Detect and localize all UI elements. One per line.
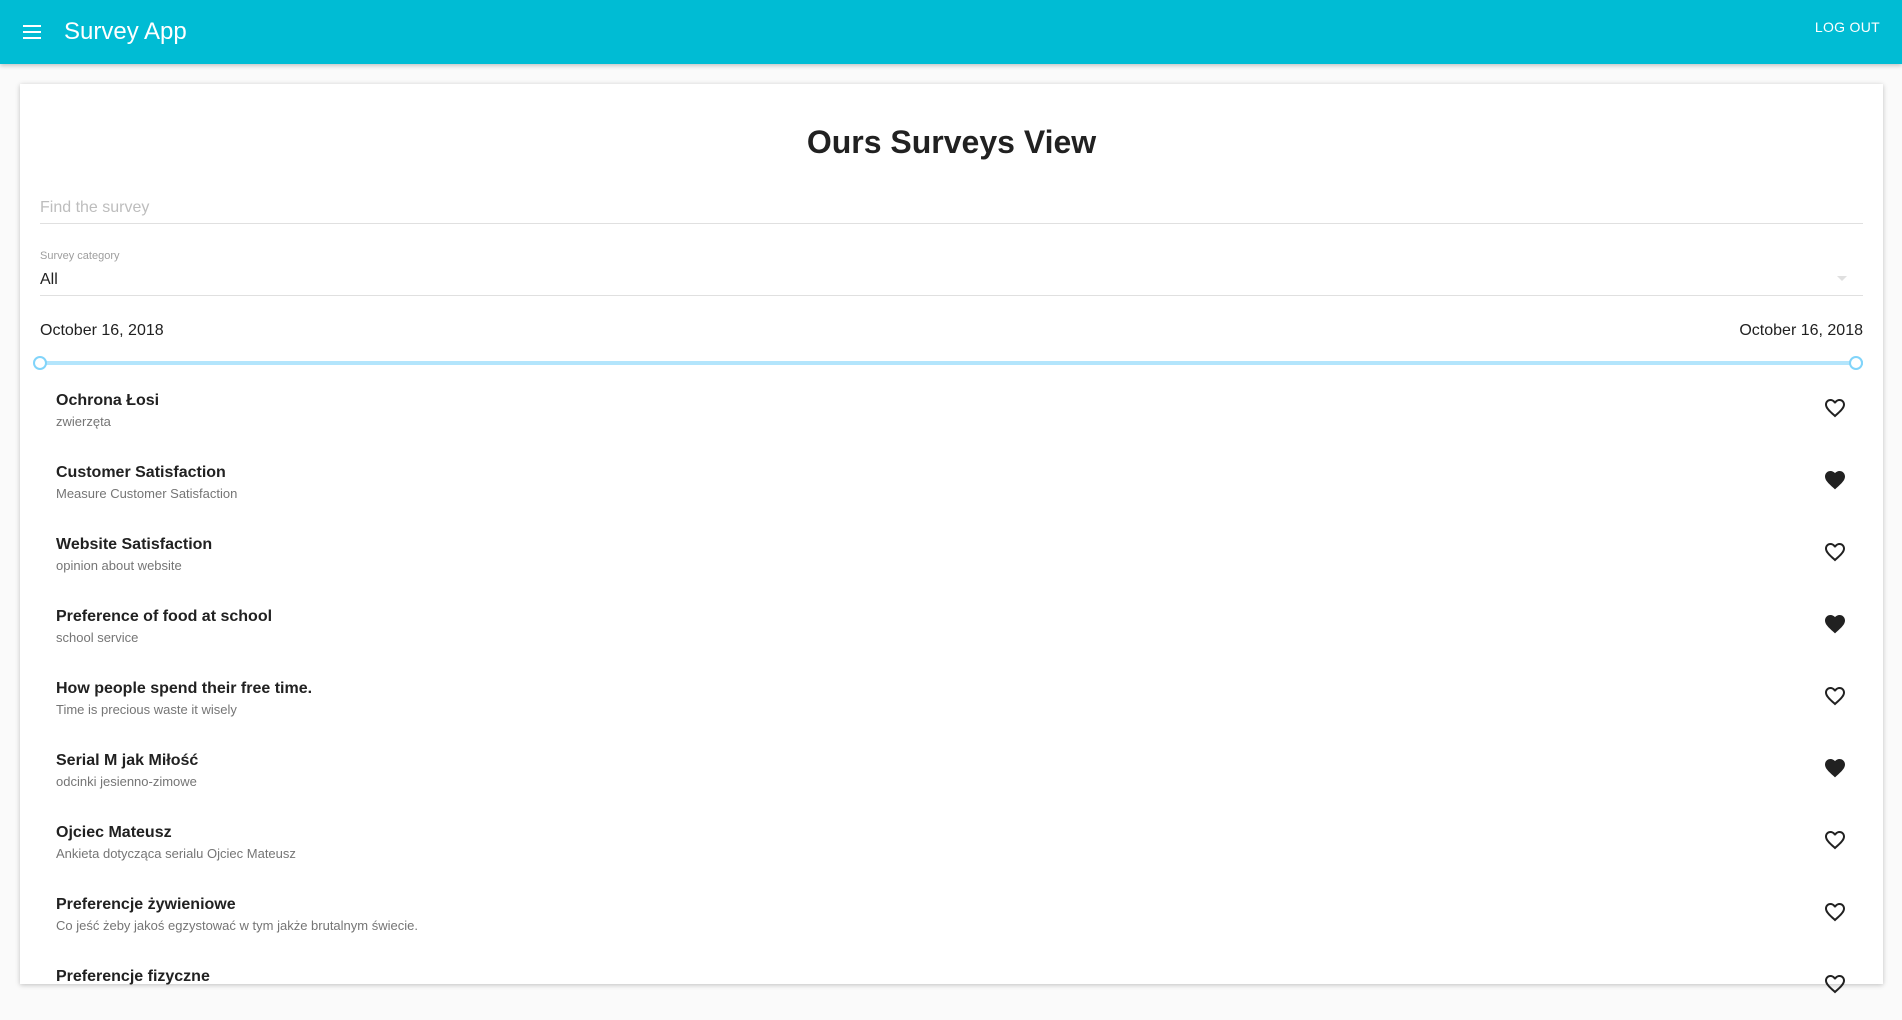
survey-list-item[interactable]: Ojciec Mateusz Ankieta dotycząca serialu … <box>40 804 1863 876</box>
survey-subtitle: odcinki jesienno-zimowe <box>56 774 197 789</box>
heart-filled-icon[interactable] <box>1823 756 1847 780</box>
survey-subtitle: Co jeść żeby jakoś egzystować w tym jakż… <box>56 918 418 933</box>
survey-list-item[interactable]: Customer Satisfaction Measure Customer Sa… <box>40 444 1863 516</box>
category-select[interactable]: Survey category All <box>40 250 1863 296</box>
survey-list-item[interactable]: Preference of food at school school servi… <box>40 588 1863 660</box>
survey-list-item[interactable]: Ochrona Łosi zwierzęta <box>40 372 1863 444</box>
heart-outline-icon[interactable] <box>1823 828 1847 852</box>
heart-outline-icon[interactable] <box>1823 900 1847 924</box>
menu-icon <box>23 25 41 39</box>
survey-title: Customer Satisfaction <box>56 464 226 481</box>
survey-subtitle: opinion about website <box>56 558 182 573</box>
survey-title: Ojciec Mateusz <box>56 824 172 841</box>
date-range-start-handle[interactable] <box>33 356 47 370</box>
heart-outline-icon[interactable] <box>1823 396 1847 420</box>
logout-button[interactable]: LOG OUT <box>1815 19 1880 35</box>
heart-outline-icon[interactable] <box>1823 540 1847 564</box>
app-bar: Survey App LOG OUT <box>0 0 1902 64</box>
heart-outline-icon[interactable] <box>1823 972 1847 996</box>
date-range-start: October 16, 2018 <box>40 322 164 339</box>
survey-subtitle: school service <box>56 630 139 645</box>
survey-title: Preference of food at school <box>56 608 273 625</box>
search-input[interactable] <box>40 192 1863 224</box>
survey-list-item[interactable]: Preferencje fizyczne <box>40 948 1863 1020</box>
menu-button[interactable] <box>0 0 64 64</box>
heart-outline-icon[interactable] <box>1823 684 1847 708</box>
survey-title: How people spend their free time. <box>56 680 313 697</box>
date-range-end-handle[interactable] <box>1849 356 1863 370</box>
survey-title: Preferencje żywieniowe <box>56 896 236 913</box>
date-range-slider-track[interactable] <box>40 361 1863 365</box>
page-title: Ours Surveys View <box>806 124 1097 160</box>
heart-filled-icon[interactable] <box>1823 612 1847 636</box>
survey-subtitle: Time is precious waste it wisely <box>56 702 237 717</box>
survey-title: Preferencje fizyczne <box>56 968 210 985</box>
date-range-end: October 16, 2018 <box>1739 322 1863 339</box>
heart-filled-icon[interactable] <box>1823 468 1847 492</box>
survey-list: Ochrona Łosi zwierzęta Customer Satisfacti… <box>40 372 1863 1020</box>
survey-title: Serial M jak Miłość <box>56 752 199 769</box>
survey-subtitle: zwierzęta <box>56 414 111 429</box>
category-label: Survey category <box>40 250 120 262</box>
survey-title: Ochrona Łosi <box>56 392 160 409</box>
survey-list-item[interactable]: Website Satisfaction opinion about websit… <box>40 516 1863 588</box>
triangle-down-icon <box>1837 276 1847 281</box>
survey-subtitle: Ankieta dotycząca serialu Ojciec Mateusz <box>56 846 296 861</box>
app-title: Survey App <box>64 18 187 45</box>
surveys-panel: Ours Surveys View Survey category All Oc… <box>20 84 1883 994</box>
survey-title: Website Satisfaction <box>56 536 213 553</box>
survey-subtitle: Measure Customer Satisfaction <box>56 486 238 501</box>
survey-list-item[interactable]: Serial M jak Miłość odcinki jesienno-zimo… <box>40 732 1863 804</box>
survey-list-item[interactable]: How people spend their free time. Time is… <box>40 660 1863 732</box>
category-value: All <box>40 271 58 288</box>
survey-list-item[interactable]: Preferencje żywieniowe Co jeść żeby jakoś… <box>40 876 1863 948</box>
